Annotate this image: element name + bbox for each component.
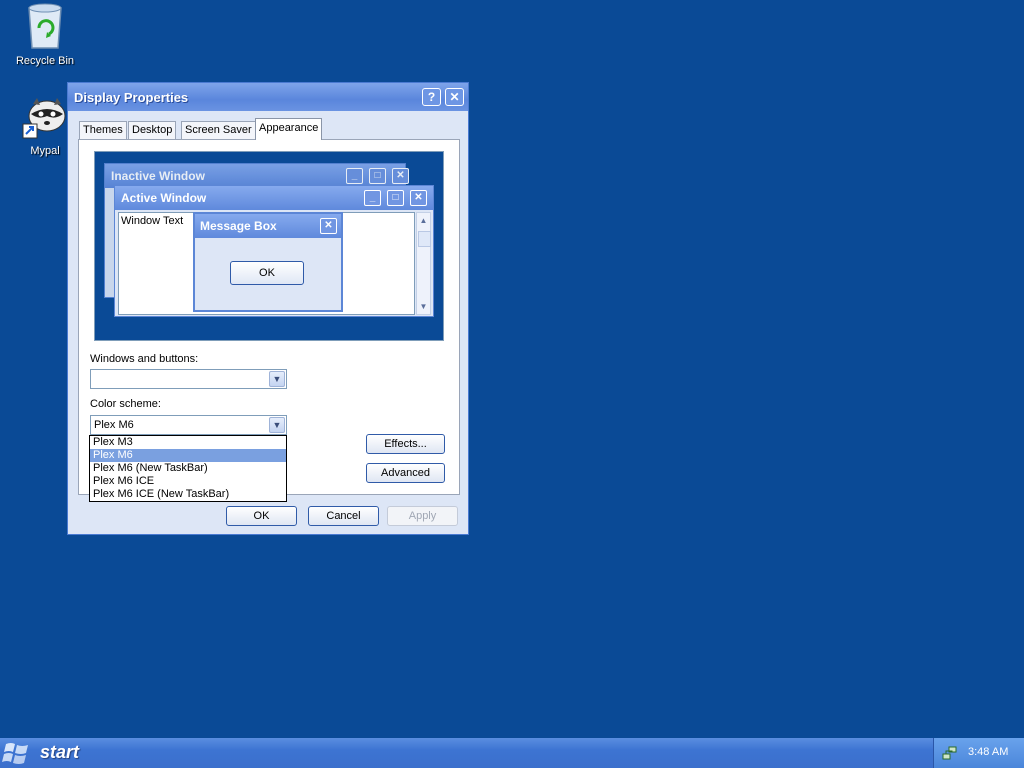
taskbar: start 3:48 AM (0, 738, 1024, 768)
tab-screen-saver[interactable]: Screen Saver (181, 121, 256, 139)
chevron-down-icon[interactable]: ▼ (269, 371, 285, 387)
scroll-up-icon: ▲ (419, 216, 428, 225)
color-scheme-option[interactable]: Plex M6 (New TaskBar) (90, 462, 286, 475)
ok-button[interactable]: OK (226, 506, 297, 526)
color-scheme-option-selected[interactable]: Plex M6 (90, 449, 286, 462)
tab-themes[interactable]: Themes (79, 121, 127, 139)
minimize-icon: _ (346, 168, 363, 184)
active-window-title: Active Window (121, 191, 207, 205)
system-tray: 3:48 AM (933, 738, 1024, 768)
color-scheme-value: Plex M6 (94, 419, 134, 431)
start-button[interactable]: start (0, 738, 88, 768)
inactive-window-title: Inactive Window (111, 169, 205, 183)
close-icon: ✕ (392, 168, 409, 184)
color-scheme-label: Color scheme: (90, 398, 161, 410)
close-icon: ✕ (320, 218, 337, 234)
color-scheme-select[interactable]: Plex M6 ▼ (90, 415, 287, 435)
tab-appearance[interactable]: Appearance (255, 118, 323, 140)
start-label: start (40, 742, 80, 762)
dialog-title: Display Properties (74, 90, 189, 105)
windows-buttons-select[interactable]: ▼ (90, 369, 287, 389)
chevron-down-icon[interactable]: ▼ (269, 417, 285, 433)
recycle-bin-label: Recycle Bin (15, 55, 75, 67)
network-tray-icon[interactable] (942, 745, 958, 761)
close-button[interactable]: ✕ (445, 88, 464, 106)
tab-desktop[interactable]: Desktop (128, 121, 177, 139)
color-scheme-option[interactable]: Plex M6 ICE (New TaskBar) (90, 488, 286, 501)
scroll-down-icon: ▼ (419, 302, 428, 311)
recycle-bin-icon (28, 3, 62, 49)
color-scheme-option[interactable]: Plex M3 (90, 436, 286, 449)
cancel-button[interactable]: Cancel (308, 506, 379, 526)
preview-scrollbar: ▲ ▼ (416, 212, 431, 315)
appearance-preview: Inactive Window _ □ ✕ Active Window _ □ … (94, 151, 444, 341)
dialog-titlebar[interactable]: Display Properties ? ✕ (68, 83, 468, 111)
apply-button[interactable]: Apply (387, 506, 458, 526)
scroll-thumb (418, 231, 431, 247)
preview-message-box: Message Box ✕ OK (193, 212, 343, 312)
message-box-title: Message Box (200, 219, 277, 233)
message-box-ok-button: OK (230, 261, 304, 285)
mypal-browser-icon (22, 98, 66, 139)
help-button[interactable]: ? (422, 88, 441, 106)
advanced-button[interactable]: Advanced (366, 463, 445, 483)
color-scheme-dropdown[interactable]: Plex M3 Plex M6 Plex M6 (New TaskBar) Pl… (89, 435, 287, 502)
window-text: Window Text (121, 215, 184, 227)
color-scheme-option[interactable]: Plex M6 ICE (90, 475, 286, 488)
windows-logo-icon (2, 743, 28, 764)
clock[interactable]: 3:48 AM (968, 746, 1008, 758)
close-icon: ✕ (410, 190, 427, 206)
windows-buttons-label: Windows and buttons: (90, 353, 199, 365)
minimize-icon: _ (364, 190, 381, 206)
maximize-icon: □ (387, 190, 404, 206)
recycle-bin-desktop-icon[interactable]: Recycle Bin (10, 2, 80, 67)
effects-button[interactable]: Effects... (366, 434, 445, 454)
maximize-icon: □ (369, 168, 386, 184)
